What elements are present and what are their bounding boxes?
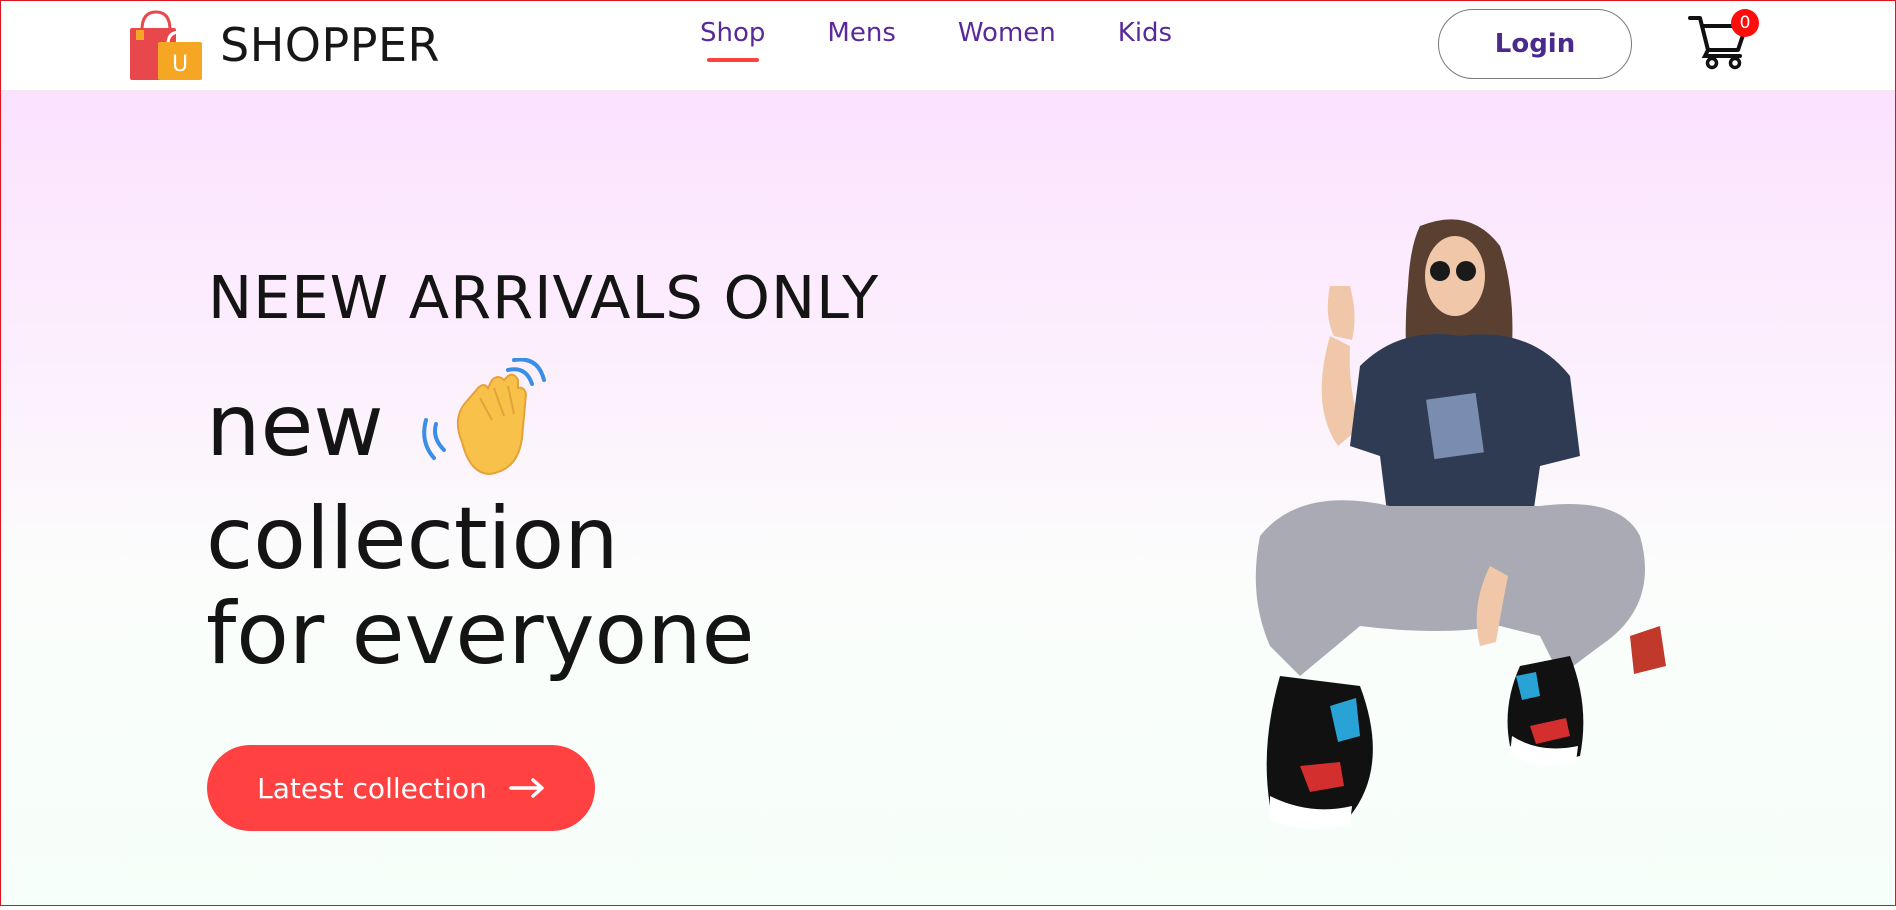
- nav-item-women[interactable]: Women: [958, 18, 1056, 48]
- hero-section: NEEW ARRIVALS ONLY new collection for ev…: [0, 91, 1896, 906]
- nav-item-shop[interactable]: Shop: [700, 18, 766, 62]
- shopping-bag-logo-icon: U: [128, 8, 204, 82]
- hero-tagline: NEEW ARRIVALS ONLY: [208, 263, 880, 332]
- navbar: U SHOPPER Shop Mens Women Kids Login 0: [0, 0, 1896, 91]
- arrow-right-icon: [509, 778, 544, 798]
- nav-item-label: Kids: [1117, 18, 1173, 48]
- hero-headline-line-1: new: [206, 376, 384, 476]
- nav-item-label: Shop: [700, 18, 766, 48]
- cta-label: Latest collection: [257, 771, 487, 805]
- latest-collection-button[interactable]: Latest collection: [207, 745, 595, 831]
- nav-item-label: Women: [957, 18, 1056, 48]
- hero-headline-line-2: collection: [206, 489, 619, 589]
- logo-letter: U: [172, 52, 188, 77]
- brand-logo[interactable]: U SHOPPER: [128, 8, 440, 82]
- nav-item-mens[interactable]: Mens: [827, 18, 895, 48]
- login-button[interactable]: Login: [1438, 9, 1632, 79]
- hero-headline-line-3: for everyone: [206, 584, 755, 684]
- nav-menu: Shop Mens Women Kids: [700, 18, 1234, 62]
- hero-model-image: [1240, 206, 1700, 906]
- nav-item-kids[interactable]: Kids: [1118, 18, 1172, 48]
- brand-name: SHOPPER: [220, 18, 441, 72]
- nav-item-label: Mens: [827, 18, 896, 48]
- waving-hand-icon: [422, 357, 552, 488]
- cart-count-badge: 0: [1731, 9, 1759, 37]
- active-nav-underline: [706, 58, 759, 62]
